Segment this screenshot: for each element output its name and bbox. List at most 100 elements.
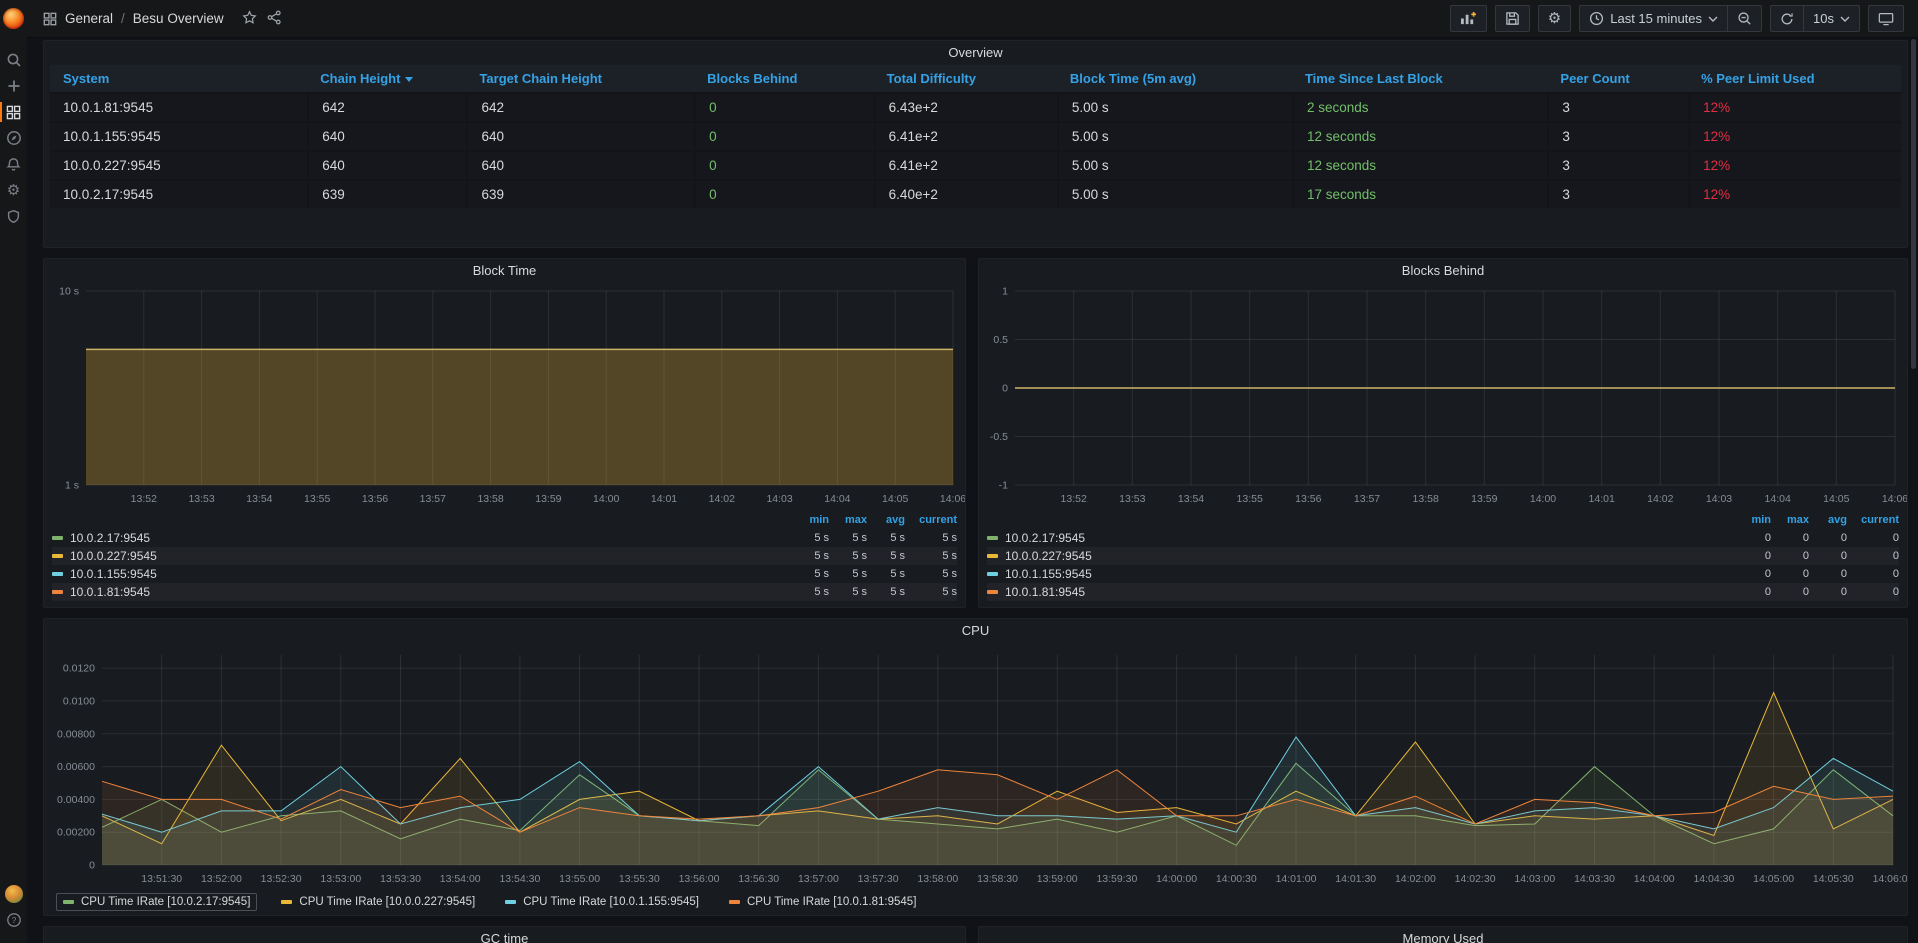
col-header-block-time[interactable]: Block Time (5m avg)	[1057, 65, 1292, 92]
panel-blocks-behind: Blocks Behind 10.50-0.5-113:5213:5313:54…	[978, 258, 1908, 608]
sidebar-item-create[interactable]	[0, 73, 27, 99]
block-time-chart[interactable]: 10 s1 s13:5213:5313:5413:5513:5613:5713:…	[44, 283, 965, 509]
svg-text:0: 0	[1002, 383, 1008, 395]
col-header-peer-limit-used[interactable]: % Peer Limit Used	[1688, 65, 1901, 92]
legend-item[interactable]: CPU Time IRate [10.0.1.155:9545]	[499, 894, 705, 910]
legend-header-current[interactable]: current	[1847, 514, 1899, 526]
sidebar-item-explore[interactable]	[0, 125, 27, 151]
series-color-swatch	[987, 590, 998, 594]
legend-header-avg[interactable]: avg	[1809, 514, 1847, 526]
legend-header-min[interactable]: min	[1733, 514, 1771, 526]
svg-text:13:54:30: 13:54:30	[499, 873, 540, 885]
panel-title-memory-used[interactable]: Memory Used	[979, 927, 1907, 943]
legend-item[interactable]: CPU Time IRate [10.0.1.81:9545]	[723, 894, 922, 910]
cell-peer-count: 3	[1547, 179, 1688, 208]
sidebar-item-search[interactable]	[0, 47, 27, 73]
svg-text:14:03: 14:03	[1706, 493, 1732, 505]
svg-text:14:02:00: 14:02:00	[1395, 873, 1436, 885]
svg-text:13:58: 13:58	[477, 493, 503, 505]
breadcrumb-dashboard-title[interactable]: Besu Overview	[133, 11, 224, 26]
topnav-controls: ⚙ Last 15 minutes	[1450, 5, 1904, 32]
cycle-view-mode-button[interactable]	[1868, 5, 1904, 32]
sidebar-item-help[interactable]: ?	[0, 907, 27, 933]
cell-system: 10.0.0.227:9545	[50, 150, 307, 179]
svg-text:13:54:00: 13:54:00	[440, 873, 481, 885]
svg-text:13:52:00: 13:52:00	[201, 873, 242, 885]
series-color-swatch	[987, 572, 998, 576]
svg-text:10 s: 10 s	[59, 286, 79, 298]
svg-text:13:57: 13:57	[420, 493, 446, 505]
apps-grid-icon	[43, 12, 57, 26]
top-navbar: General / Besu Overview ⚙	[27, 0, 1918, 38]
cell-target-chain-height: 642	[466, 92, 694, 121]
col-header-blocks-behind[interactable]: Blocks Behind	[694, 65, 874, 92]
sidebar-item-server-admin[interactable]	[0, 203, 27, 229]
zoom-out-time-button[interactable]	[1728, 5, 1762, 32]
bell-icon	[6, 157, 21, 172]
col-header-total-difficulty[interactable]: Total Difficulty	[874, 65, 1057, 92]
cell-peer-count: 3	[1547, 121, 1688, 150]
sidebar-item-configuration[interactable]: ⚙	[0, 177, 27, 203]
blocks-behind-chart[interactable]: 10.50-0.5-113:5213:5313:5413:5513:5613:5…	[979, 283, 1907, 509]
legend-header-avg[interactable]: avg	[867, 514, 905, 526]
col-header-system[interactable]: System	[50, 65, 307, 92]
svg-text:0.00600: 0.00600	[57, 761, 95, 773]
legend-header-max[interactable]: max	[1771, 514, 1809, 526]
panel-title-overview[interactable]: Overview	[44, 41, 1907, 65]
panel-title-blocks-behind[interactable]: Blocks Behind	[979, 259, 1907, 283]
legend-item[interactable]: CPU Time IRate [10.0.0.227:9545]	[275, 894, 481, 910]
breadcrumb-folder[interactable]: General	[65, 11, 113, 26]
dashboard-settings-button[interactable]: ⚙	[1538, 5, 1571, 32]
block-time-legend: min max avg current 10.0.2.17:9545 5 s5 …	[44, 509, 965, 607]
legend-item[interactable]: CPU Time IRate [10.0.2.17:9545]	[56, 893, 257, 911]
sidebar-item-profile[interactable]	[0, 881, 27, 907]
sort-desc-icon	[405, 77, 413, 82]
svg-text:13:57:00: 13:57:00	[798, 873, 839, 885]
svg-text:14:03:30: 14:03:30	[1574, 873, 1615, 885]
svg-text:0.00400: 0.00400	[57, 794, 95, 806]
sidebar-item-alerting[interactable]	[0, 151, 27, 177]
series-color-swatch	[987, 536, 998, 540]
cell-peer-count: 3	[1547, 150, 1688, 179]
page-scrollbar[interactable]	[1910, 39, 1917, 942]
svg-text:14:01:30: 14:01:30	[1335, 873, 1376, 885]
svg-text:13:59: 13:59	[535, 493, 561, 505]
time-range-label: Last 15 minutes	[1610, 11, 1702, 26]
share-dashboard-icon[interactable]	[267, 10, 282, 28]
cell-system: 10.0.1.81:9545	[50, 92, 307, 121]
cell-chain-height: 640	[307, 121, 466, 150]
star-dashboard-icon[interactable]	[242, 10, 257, 28]
cell-peer-limit-used: 12%	[1688, 179, 1901, 208]
svg-text:0: 0	[89, 860, 95, 872]
series-color-swatch	[52, 572, 63, 576]
col-header-target-chain-height[interactable]: Target Chain Height	[466, 65, 694, 92]
sidebar-item-dashboards[interactable]	[0, 99, 27, 125]
cell-blocks-behind: 0	[694, 121, 874, 150]
panel-block-time: Block Time 10 s1 s13:5213:5313:5413:5513…	[43, 258, 966, 608]
panel-title-cpu[interactable]: CPU	[44, 619, 1907, 643]
svg-text:?: ?	[11, 915, 16, 925]
legend-header-max[interactable]: max	[829, 514, 867, 526]
svg-text:14:00:00: 14:00:00	[1156, 873, 1197, 885]
legend-header-current[interactable]: current	[905, 514, 957, 526]
series-color-swatch	[63, 900, 74, 904]
scrollbar-thumb[interactable]	[1911, 39, 1916, 369]
col-header-chain-height[interactable]: Chain Height	[307, 65, 466, 92]
series-label: 10.0.0.227:9545	[70, 549, 157, 563]
col-header-peer-count[interactable]: Peer Count	[1547, 65, 1688, 92]
col-header-time-since-last-block[interactable]: Time Since Last Block	[1292, 65, 1547, 92]
panel-title-gc-time[interactable]: GC time	[44, 927, 965, 943]
cell-blocks-behind: 0	[694, 150, 874, 179]
refresh-button[interactable]	[1770, 5, 1804, 32]
refresh-interval-picker[interactable]: 10s	[1804, 5, 1860, 32]
grafana-logo[interactable]	[3, 8, 24, 29]
panel-title-block-time[interactable]: Block Time	[44, 259, 965, 283]
cpu-chart[interactable]: 0.01200.01000.008000.006000.004000.00200…	[44, 643, 1907, 889]
svg-text:14:04: 14:04	[1765, 493, 1791, 505]
legend-header-min[interactable]: min	[791, 514, 829, 526]
cell-total-difficulty: 6.41e+2	[874, 121, 1057, 150]
time-range-picker[interactable]: Last 15 minutes	[1579, 5, 1728, 32]
add-panel-button[interactable]	[1450, 5, 1487, 32]
save-dashboard-button[interactable]	[1495, 5, 1530, 32]
series-color-swatch	[729, 900, 740, 904]
